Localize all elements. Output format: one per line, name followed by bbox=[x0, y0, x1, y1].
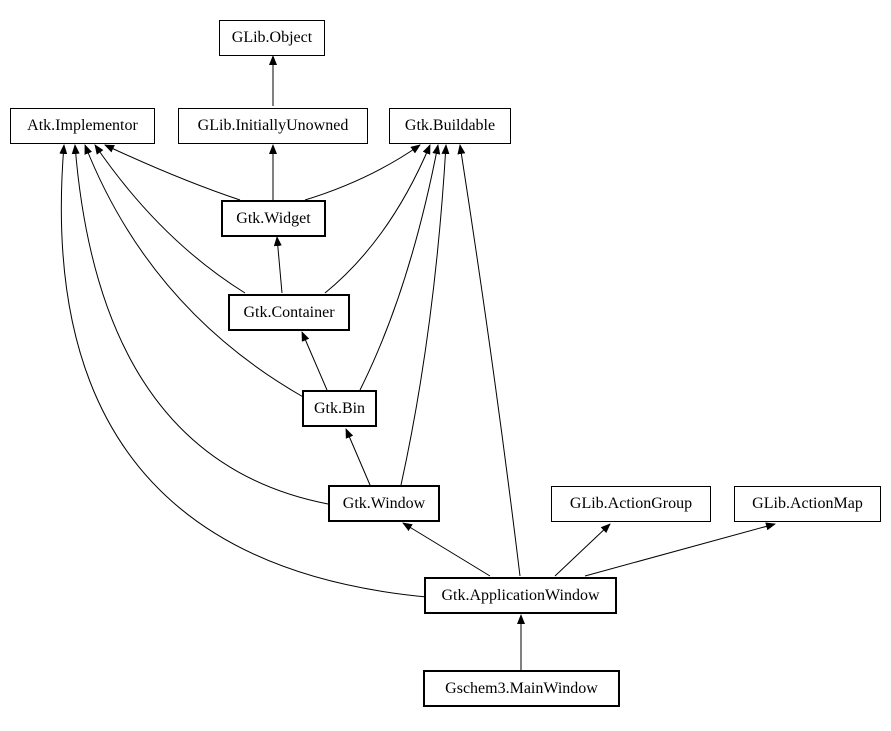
node-label: Gtk.Widget bbox=[236, 210, 310, 228]
node-glib-initiallyunowned: GLib.InitiallyUnowned bbox=[178, 108, 368, 144]
node-gtk-window: Gtk.Window bbox=[328, 485, 440, 522]
node-label: Gtk.Container bbox=[243, 304, 334, 322]
node-label: Gtk.Buildable bbox=[405, 117, 495, 135]
node-glib-object: GLib.Object bbox=[219, 20, 325, 56]
node-gtk-container: Gtk.Container bbox=[228, 294, 350, 331]
node-label: Gtk.Bin bbox=[314, 400, 365, 418]
node-gtk-applicationwindow: Gtk.ApplicationWindow bbox=[424, 577, 617, 614]
node-label: GLib.InitiallyUnowned bbox=[198, 117, 349, 135]
node-gtk-bin: Gtk.Bin bbox=[302, 390, 377, 427]
node-glib-actionmap: GLib.ActionMap bbox=[734, 486, 881, 522]
node-label: GLib.Object bbox=[232, 29, 312, 47]
node-label: Gschem3.MainWindow bbox=[445, 680, 598, 698]
node-gtk-buildable: Gtk.Buildable bbox=[389, 108, 511, 144]
node-glib-actiongroup: GLib.ActionGroup bbox=[551, 486, 711, 522]
node-label: GLib.ActionGroup bbox=[570, 495, 692, 513]
node-gtk-widget: Gtk.Widget bbox=[221, 200, 326, 237]
node-label: Gtk.Window bbox=[343, 495, 425, 513]
node-label: Gtk.ApplicationWindow bbox=[442, 587, 600, 605]
node-label: GLib.ActionMap bbox=[752, 495, 863, 513]
node-label: Atk.Implementor bbox=[27, 117, 138, 135]
node-gschem3-mainwindow: Gschem3.MainWindow bbox=[423, 670, 620, 707]
node-atk-implementor: Atk.Implementor bbox=[10, 108, 155, 144]
